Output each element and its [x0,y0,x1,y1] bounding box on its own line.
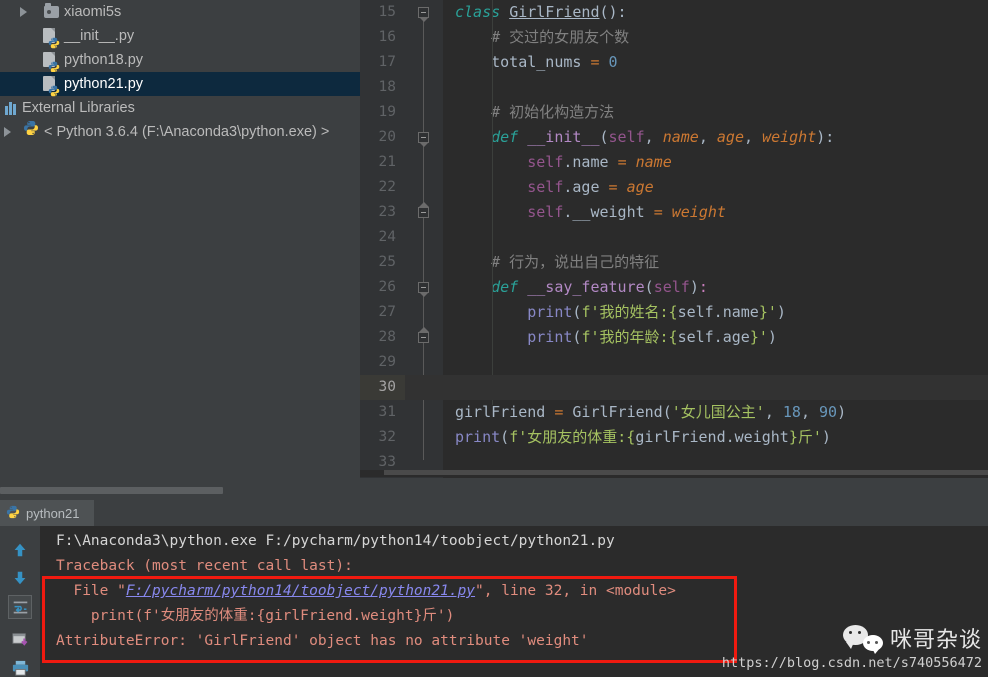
code-line[interactable]: print(f'我的年龄:{self.age}') [443,325,777,350]
editor-horizontal-scrollbar[interactable] [360,470,988,477]
code-line[interactable]: self.name = name [443,150,672,175]
console-tab-label: python21 [26,505,80,521]
line-number-gutter[interactable]: 15 16 17 18 19 20 21 22 23 24 25 26 27 28 29 30 31 32 33 [360,0,405,478]
scrollbar-thumb[interactable] [0,487,223,494]
code-line[interactable]: girlFriend = GirlFriend('女儿国公主', 18, 90) [443,400,846,425]
expand-arrow-icon[interactable] [16,0,30,24]
line-number[interactable]: 31 [360,400,405,425]
line-number[interactable]: 26 [360,275,405,300]
line-number[interactable]: 28 [360,325,405,350]
line-number[interactable]: 29 [360,350,405,375]
console-output[interactable]: F:\Anaconda3\python.exe F:/pycharm/pytho… [40,526,988,677]
code-line[interactable] [443,75,464,100]
fold-start-icon[interactable] [418,7,429,22]
line-number[interactable]: 27 [360,300,405,325]
tree-item-label: python21.py [64,76,144,92]
line-number[interactable]: 30 [360,375,405,400]
console-line-prefix: File " [56,583,126,599]
line-number[interactable]: 16 [360,25,405,50]
code-line[interactable]: # 初始化构造方法 [443,100,614,125]
soft-wrap-button[interactable] [8,595,32,619]
python-file-icon [43,52,60,73]
python-logo-icon [23,120,39,144]
project-tree-panel: xiaomi5s __init__.py python18.py python21.p… [0,0,360,478]
line-number[interactable]: 18 [360,75,405,100]
code-line[interactable]: print(f'女朋友的体重:{girlFriend.weight}斤') [443,425,831,450]
console-line: F:\Anaconda3\python.exe F:/pycharm/pytho… [56,533,615,549]
tree-item-label: < Python 3.6.4 (F:\Anaconda3\python.exe)… [44,124,330,140]
tree-item-label: python18.py [64,52,144,68]
scroll-up-button[interactable] [8,538,32,562]
line-number[interactable]: 24 [360,225,405,250]
console-line: File "F:/pycharm/python14/toobject/pytho… [56,579,676,604]
code-line[interactable]: class GirlFriend(): [443,0,627,25]
project-horizontal-scrollbar[interactable] [0,486,360,495]
line-number[interactable]: 25 [360,250,405,275]
line-number[interactable]: 20 [360,125,405,150]
code-text-area[interactable]: class GirlFriend(): # 交过的女朋友个数 total_num… [443,0,988,478]
console-toolbar [0,526,40,677]
code-line[interactable]: # 交过的女朋友个数 [443,25,629,50]
tree-item-python21-py[interactable]: python21.py [0,72,360,97]
watermark-brand: 咪哥杂谈 [889,628,982,653]
line-number[interactable]: 23 [360,200,405,225]
tree-item-label: __init__.py [64,28,135,44]
console-line: AttributeError: 'GirlFriend' object has … [56,633,589,649]
code-line[interactable]: print(f'我的姓名:{self.name}') [443,300,786,325]
line-number[interactable]: 17 [360,50,405,75]
console-tab-python21[interactable]: python21 [0,500,94,526]
watermark-url: https://blog.csdn.net/s740556472 [721,655,982,671]
code-line[interactable]: self.__weight = weight [443,200,726,225]
code-line[interactable]: def __init__(self, name, age, weight): [443,125,834,150]
line-number[interactable]: 19 [360,100,405,125]
line-number[interactable]: 32 [360,425,405,450]
line-number[interactable]: 21 [360,150,405,175]
current-line-highlight [405,375,988,400]
code-editor[interactable]: 15 16 17 18 19 20 21 22 23 24 25 26 27 28 29 30 31 32 33 c… [360,0,988,478]
console-line-suffix: ", line 32, in <module> [475,583,676,599]
python-logo-icon [6,505,20,522]
fold-end-icon[interactable] [418,202,429,218]
code-line[interactable]: total_nums = 0 [443,50,617,75]
expand-arrow-icon[interactable] [0,120,14,144]
tree-item-external-libraries[interactable]: External Libraries [0,96,360,120]
code-line[interactable]: def __say_feature(self): [443,275,708,300]
console-line: print(f'女朋友的体重:{girlFriend.weight}斤') [56,608,455,624]
console-line: Traceback (most recent call last): [56,558,353,574]
indent-guide [492,0,493,405]
console-tab-bar: python21 [0,500,988,526]
python-file-icon [43,28,60,49]
code-line[interactable]: # 行为，说出自己的特征 [443,250,659,275]
tree-item-python-3-6-4-f-anaconda3-python-exe[interactable]: < Python 3.6.4 (F:\Anaconda3\python.exe)… [0,120,360,144]
wechat-icon [842,625,883,654]
traceback-file-link[interactable]: F:/pycharm/python14/toobject/python21.py [126,583,475,599]
line-number[interactable]: 15 [360,0,405,25]
tree-item-xiaomi5s[interactable]: xiaomi5s [0,0,360,24]
fold-end-icon[interactable] [418,327,429,343]
folder-icon [43,3,59,18]
line-number[interactable]: 22 [360,175,405,200]
scroll-down-button[interactable] [8,566,32,590]
code-line[interactable] [443,350,464,375]
fold-start-icon[interactable] [418,282,429,297]
pycharm-window: xiaomi5s __init__.py python18.py python21.p… [0,0,988,677]
code-line[interactable] [443,225,464,250]
python-file-icon [43,76,60,97]
libraries-icon [4,101,18,115]
code-line[interactable]: self.age = age [443,175,653,200]
watermark: 咪哥杂谈 https://blog.csdn.net/s740556472 [722,622,982,671]
tree-item-label: External Libraries [22,100,135,116]
tree-item-python18-py[interactable]: python18.py [0,48,360,73]
code-folding-strip[interactable] [405,0,443,478]
print-button[interactable] [8,656,32,677]
tree-item-init-py[interactable]: __init__.py [0,24,360,49]
fold-start-icon[interactable] [418,132,429,147]
run-console-panel: python21 F:\Anaconda3\python.exe F:/pych… [0,500,988,677]
export-to-file-button[interactable] [8,627,32,651]
scrollbar-thumb[interactable] [384,470,988,475]
